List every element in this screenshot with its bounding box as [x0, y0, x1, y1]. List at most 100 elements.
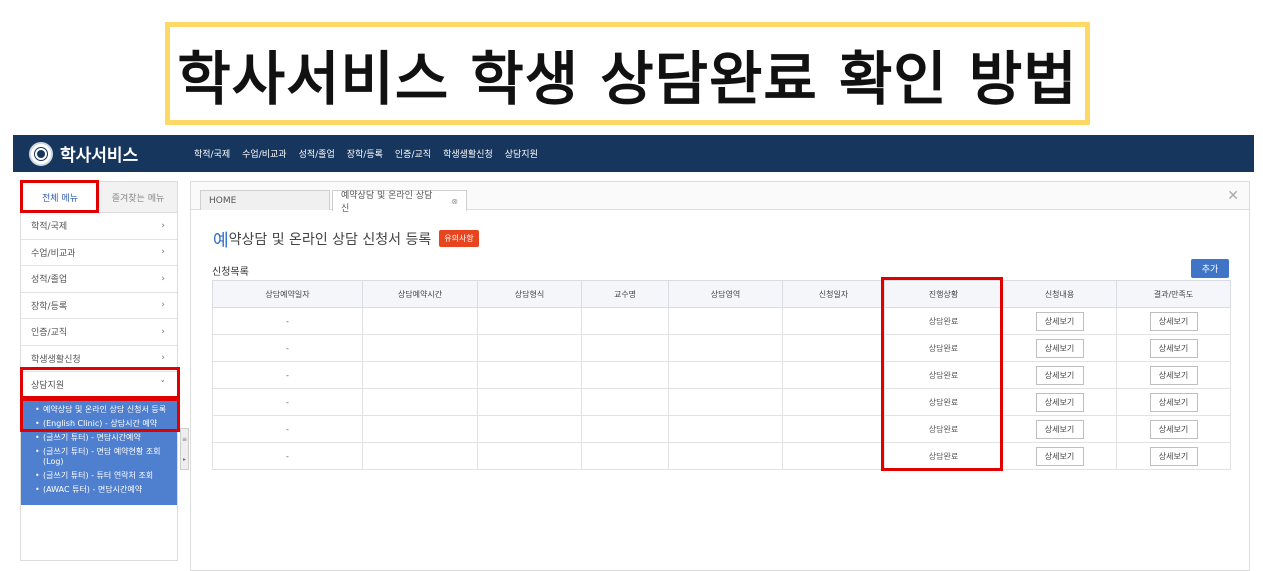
nav-item-courses[interactable]: 수업/비교과	[242, 147, 286, 160]
view-result-button[interactable]: 상세보기	[1149, 419, 1198, 439]
column-header: 교수명	[581, 280, 669, 308]
sidebar-item-label: 성적/졸업	[31, 275, 68, 286]
cell-status: 상담완료	[884, 334, 1003, 362]
table-header-row: 상담예약일자 상담예약시간 상담형식 교수명 상담영역 신청일자 진행상황 신청…	[212, 280, 1231, 308]
cell-date: -	[212, 442, 363, 470]
section-title: 신청목록	[212, 267, 249, 278]
cell-date: -	[212, 388, 363, 416]
nav-item-grades[interactable]: 성적/졸업	[299, 147, 335, 160]
application-table: 상담예약일자 상담예약시간 상담형식 교수명 상담영역 신청일자 진행상황 신청…	[212, 280, 1231, 470]
submenu-item-english-clinic[interactable]: (English Clinic) - 상담시간 예약	[33, 417, 171, 431]
column-header: 진행상황	[884, 280, 1003, 308]
sidebar-item-label: 인증/교직	[31, 328, 68, 339]
column-header: 신청내용	[1002, 280, 1117, 308]
sidebar-item-label: 학적/국제	[31, 222, 68, 233]
app-logo[interactable]: 학사서비스	[29, 141, 194, 166]
university-emblem-icon	[29, 141, 53, 166]
notice-button[interactable]: 유의사항	[439, 230, 479, 247]
view-result-button[interactable]: 상세보기	[1149, 446, 1198, 466]
submenu-item-writing-tutor-booking[interactable]: (글쓰기 튜터) - 면담시간예약	[33, 431, 171, 445]
add-button[interactable]: 추가	[1191, 259, 1229, 278]
main-nav: 학적/국제 수업/비교과 성적/졸업 장학/등록 인증/교직 학생생활신청 상담…	[194, 147, 538, 160]
sidebar-item-label: 학생생활신청	[31, 354, 81, 365]
collapse-arrow-icon: ▸	[182, 455, 186, 463]
chevron-down-icon: ˅	[160, 379, 166, 390]
cell-status: 상담완료	[884, 388, 1003, 416]
table-row: - 상담완료 상세보기 상세보기	[212, 388, 1231, 416]
table-row: - 상담완료 상세보기 상세보기	[212, 334, 1231, 362]
sidebar-item-student-life[interactable]: 학생생활신청 ›	[21, 346, 177, 372]
chevron-right-icon: ›	[161, 300, 165, 311]
submenu-item-awac-tutor[interactable]: (AWAC 튜터) - 면담시간예약	[33, 483, 171, 497]
sidebar-item-certification[interactable]: 인증/교직 ›	[21, 319, 177, 346]
top-navigation-bar: 학사서비스 학적/국제 수업/비교과 성적/졸업 장학/등록 인증/교직 학생생…	[13, 135, 1254, 172]
view-detail-button[interactable]: 상세보기	[1035, 311, 1084, 331]
cell-status: 상담완료	[884, 442, 1003, 470]
chevron-right-icon: ›	[161, 353, 165, 364]
cell-status: 상담완료	[884, 415, 1003, 443]
sidebar-item-counseling[interactable]: 상담지원 ˅	[21, 372, 177, 399]
view-result-button[interactable]: 상세보기	[1149, 338, 1198, 358]
cell-date: -	[212, 334, 363, 362]
tab-all-menu[interactable]: 전체 메뉴	[21, 182, 99, 212]
sidebar-collapse-handle[interactable]: ≡ ▸	[180, 428, 189, 470]
view-result-button[interactable]: 상세보기	[1149, 311, 1198, 331]
page-title-initial: 예	[213, 231, 229, 251]
column-header: 신청일자	[782, 280, 885, 308]
main-panel: HOME 예약상담 및 온라인 상담 신 ⊗ ✕ 예 약상담 및 온라인 상담 …	[190, 181, 1250, 571]
banner-title: 학사서비스 학생 상담완료 확인 방법	[177, 44, 1078, 113]
app-title: 학사서비스	[60, 146, 139, 166]
table-row: - 상담완료 상세보기 상세보기	[212, 361, 1231, 389]
sidebar-item-label: 장학/등록	[31, 301, 68, 312]
table-row: - 상담완료 상세보기 상세보기	[212, 307, 1231, 335]
sidebar-item-scholarship[interactable]: 장학/등록 ›	[21, 293, 177, 319]
tab-favorites[interactable]: 즐겨찾는 메뉴	[99, 182, 177, 212]
tab-home-label: HOME	[209, 195, 237, 206]
cell-date: -	[212, 307, 363, 335]
chevron-right-icon: ›	[161, 247, 165, 258]
sidebar-item-label: 수업/비교과	[31, 248, 76, 259]
nav-item-counseling[interactable]: 상담지원	[505, 147, 538, 160]
view-result-button[interactable]: 상세보기	[1149, 365, 1198, 385]
column-header: 상담형식	[477, 280, 582, 308]
tab-reservation-label: 예약상담 및 온라인 상담 신	[341, 191, 433, 214]
view-detail-button[interactable]: 상세보기	[1035, 392, 1084, 412]
sidebar: 전체 메뉴 즐겨찾는 메뉴 학적/국제 › 수업/비교과 › 성적/졸업 › 장…	[20, 181, 178, 561]
close-icon[interactable]: ✕	[1227, 188, 1239, 204]
sidebar-item-grades[interactable]: 성적/졸업 ›	[21, 266, 177, 293]
view-detail-button[interactable]: 상세보기	[1035, 446, 1084, 466]
tab-reservation[interactable]: 예약상담 및 온라인 상담 신 ⊗	[332, 190, 467, 214]
page-title: 예 약상담 및 온라인 상담 신청서 등록 유의사항	[213, 226, 479, 251]
chevron-right-icon: ›	[161, 326, 165, 337]
title-banner: 학사서비스 학생 상담완료 확인 방법	[165, 22, 1090, 125]
cell-status: 상담완료	[884, 361, 1003, 389]
view-detail-button[interactable]: 상세보기	[1035, 338, 1084, 358]
page-title-text: 약상담 및 온라인 상담 신청서 등록	[228, 231, 432, 248]
table-row: - 상담완료 상세보기 상세보기	[212, 442, 1231, 470]
nav-item-academic[interactable]: 학적/국제	[194, 147, 230, 160]
view-result-button[interactable]: 상세보기	[1149, 392, 1198, 412]
nav-item-certification[interactable]: 인증/교직	[395, 147, 431, 160]
submenu-item-writing-tutor-contact[interactable]: (글쓰기 튜터) - 튜터 연락처 조회	[33, 469, 171, 483]
view-detail-button[interactable]: 상세보기	[1035, 419, 1084, 439]
cell-date: -	[212, 415, 363, 443]
nav-item-student-life[interactable]: 학생생활신청	[443, 147, 493, 160]
view-detail-button[interactable]: 상세보기	[1035, 365, 1084, 385]
submenu-item-writing-tutor-log[interactable]: (글쓰기 튜터) - 면담 예약현황 조회(Log)	[33, 445, 171, 469]
sidebar-item-label: 상담지원	[31, 381, 65, 392]
column-header: 상담예약시간	[362, 280, 478, 308]
tab-home[interactable]: HOME	[200, 190, 330, 210]
cell-status: 상담완료	[884, 307, 1003, 335]
chevron-right-icon: ›	[161, 220, 165, 231]
close-tab-icon[interactable]: ⊗	[451, 197, 458, 206]
sidebar-item-courses[interactable]: 수업/비교과 ›	[21, 240, 177, 266]
counseling-submenu: 예약상담 및 온라인 상담 신청서 등록 (English Clinic) - …	[21, 398, 177, 505]
column-header: 상담예약일자	[212, 280, 363, 308]
column-header: 결과/만족도	[1116, 280, 1231, 308]
nav-item-scholarship[interactable]: 장학/등록	[347, 147, 383, 160]
cell-date: -	[212, 361, 363, 389]
sidebar-item-academic[interactable]: 학적/국제 ›	[21, 213, 177, 240]
sidebar-tabs: 전체 메뉴 즐겨찾는 메뉴	[21, 182, 177, 213]
submenu-item-reservation[interactable]: 예약상담 및 온라인 상담 신청서 등록	[33, 403, 171, 417]
column-header: 상담영역	[668, 280, 783, 308]
